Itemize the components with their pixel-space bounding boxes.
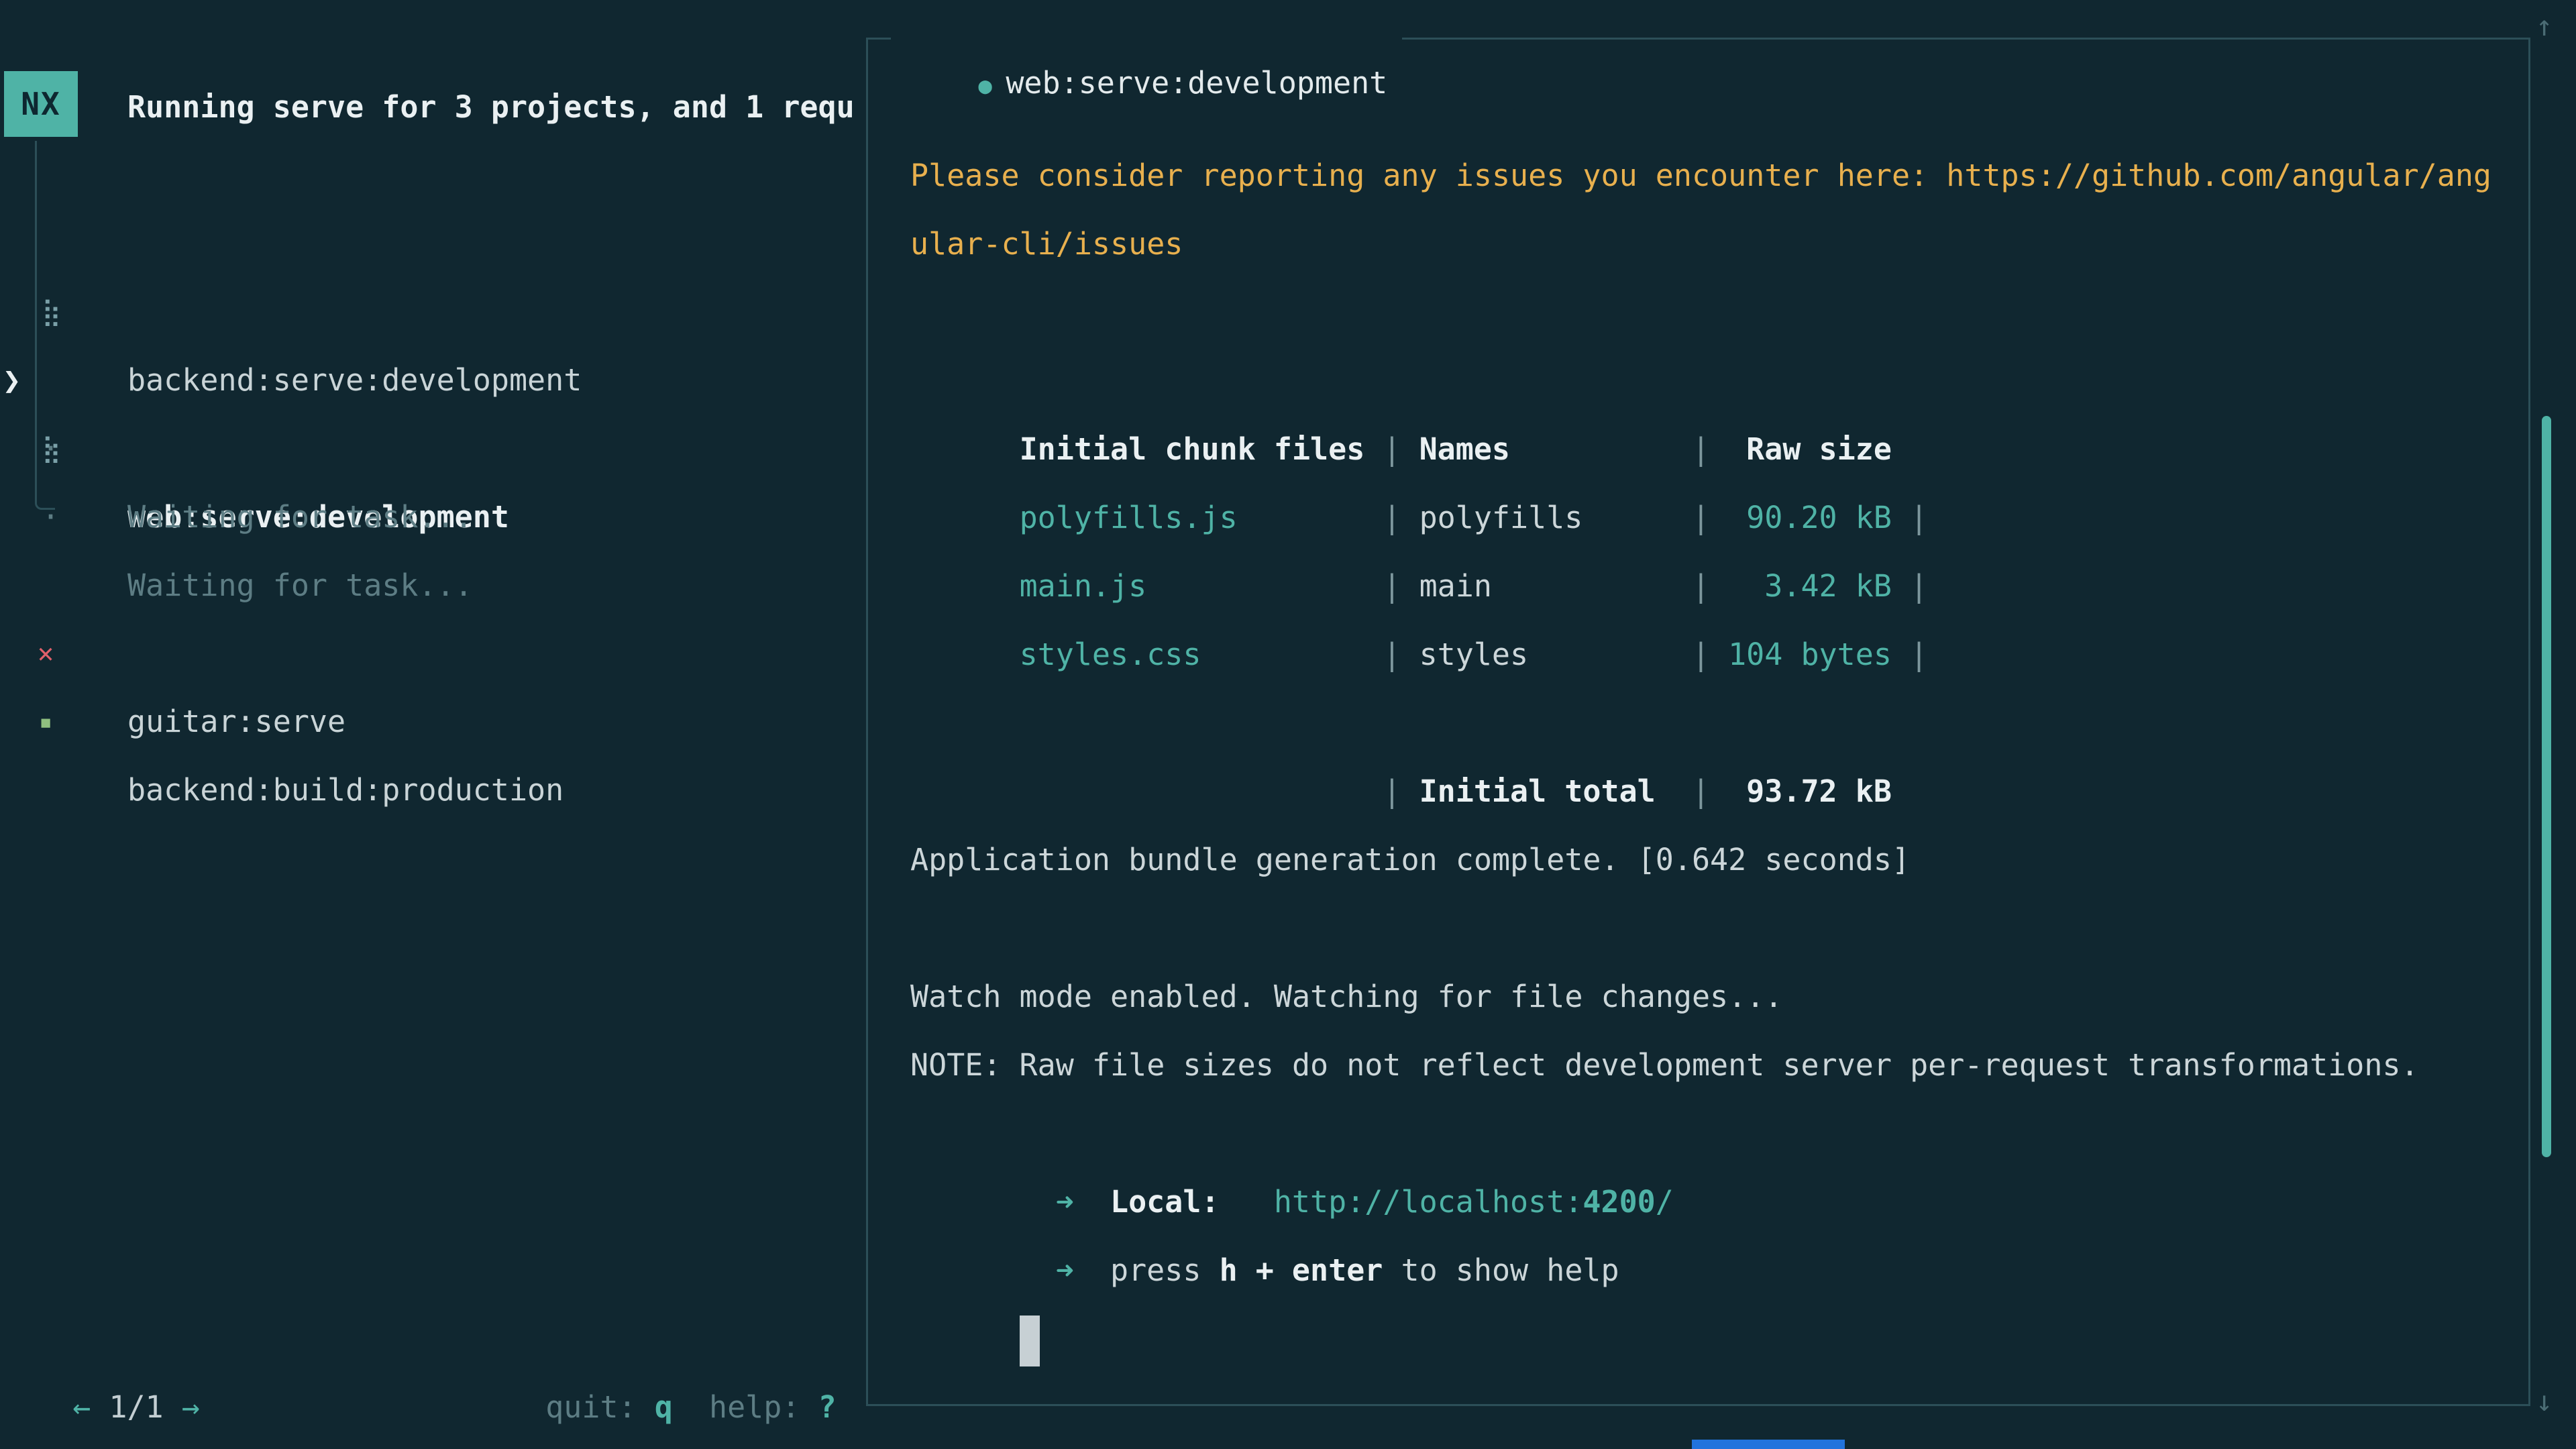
next-page-arrow-icon[interactable]: → [182,1389,200,1425]
url-prefix: http://localhost: [1274,1184,1583,1220]
pipe-separator: | [1674,568,1728,604]
pagination: ←1/1→ [36,1305,200,1373]
url-suffix: / [1656,1184,1674,1220]
header-raw-size: Raw size [1728,415,1892,484]
local-url-line: ➜Local:http://localhost:4200/ [910,1099,2515,1168]
pointer-arrow-icon: ➜ [1056,1184,1074,1220]
pipe-separator: | [1674,637,1728,672]
running-bullet-icon: ● [978,72,991,99]
scroll-up-icon[interactable]: ↑ [2536,9,2553,42]
prev-page-arrow-icon[interactable]: ← [72,1389,91,1425]
pipe-separator: | [1364,773,1419,809]
task-row-backend-build[interactable]: ▪ backend:build:production [0,619,859,688]
terminal-output: Please consider reporting any issues you… [910,142,2515,1305]
pipe-separator: | [1674,773,1728,809]
table-total-row: |Initial total|93.72 kB [910,689,2515,757]
help-key: ? [818,1389,837,1425]
watch-mode-line: Watch mode enabled. Watching for file ch… [910,963,2515,1031]
success-square-icon: ▪ [39,688,52,756]
task-row-guitar-serve[interactable]: ✕ guitar:serve [0,551,859,619]
scrollbar-thumb[interactable] [2542,416,2551,1157]
panel-title-text: web:serve:development [1006,65,1387,101]
pipe-separator: | [1674,500,1728,535]
task-label: Waiting for task... [127,483,473,551]
total-size-cell: 93.72 kB [1728,757,1892,826]
file-name-cell: main.js [1020,552,1365,621]
page-indicator: 1/1 [109,1389,163,1425]
pipe-separator: | [1892,568,1928,604]
terminal-cursor [1020,1316,1040,1366]
header-chunk-files: Initial chunk files [1020,415,1365,484]
pointer-arrow-icon: ➜ [1056,1252,1074,1288]
task-row-backend-serve[interactable]: ⣷ backend:serve:development [0,209,859,278]
pipe-separator: | [1364,568,1419,604]
quit-label: quit: [545,1389,636,1425]
panel-title: ●web:serve:development [891,17,1402,61]
warning-line-1: Please consider reporting any issues you… [910,142,2515,210]
terminal-output-panel: ● web:serve:development Please consider r… [866,38,2530,1406]
task-row-waiting-1[interactable]: · Waiting for task... [0,346,859,415]
task-row-waiting-2[interactable]: · Waiting for task... [0,415,859,483]
pipe-separator: | [1364,637,1419,672]
chunk-name-cell: styles [1419,621,1674,689]
help-hint-suffix: to show help [1383,1252,1619,1288]
local-label: Local: [1110,1184,1220,1220]
header-names: Names [1419,415,1674,484]
help-hint-keys: h + enter [1220,1252,1383,1288]
size-cell: 104 bytes [1728,621,1892,689]
chunk-name-cell: main [1419,552,1674,621]
file-name-cell: styles.css [1020,621,1365,689]
note-line: NOTE: Raw file sizes do not reflect deve… [910,1031,2515,1099]
bundle-complete-line: Application bundle generation complete. … [910,826,2515,894]
quit-key: q [655,1389,673,1425]
warning-line-2: ular-cli/issues [910,210,2515,278]
waiting-dot-icon: · [42,483,60,551]
local-url[interactable]: http://localhost:4200/ [1274,1184,1674,1220]
nx-logo-badge: NX [4,71,78,137]
scroll-down-icon[interactable]: ↓ [2536,1385,2553,1417]
pipe-separator: | [1674,431,1728,467]
task-label: backend:build:production [127,756,564,824]
pipe-separator: | [1892,637,1928,672]
chunk-table-header: Initial chunk files|Names|Raw size [910,347,2515,415]
help-hint-prefix: press [1110,1252,1220,1288]
total-label-cell: Initial total [1419,757,1674,826]
pipe-separator: | [1892,500,1928,535]
chunk-name-cell: polyfills [1419,484,1674,552]
task-label: guitar:serve [127,688,345,756]
url-port: 4200 [1582,1184,1655,1220]
task-row-web-serve[interactable]: ❯ ⣷ web:serve:development [0,278,859,346]
size-cell: 90.20 kB [1728,484,1892,552]
size-cell: 3.42 kB [1728,552,1892,621]
help-label: help: [709,1389,800,1425]
file-name-cell: polyfills.js [1020,484,1365,552]
sidebar-title: Running serve for 3 projects, and 1 requ [127,89,863,126]
keyboard-hints: quit:qhelp:? [509,1305,837,1373]
taskbar-sliver [1692,1440,1845,1449]
pipe-separator: | [1364,500,1419,535]
pipe-separator: | [1364,431,1419,467]
